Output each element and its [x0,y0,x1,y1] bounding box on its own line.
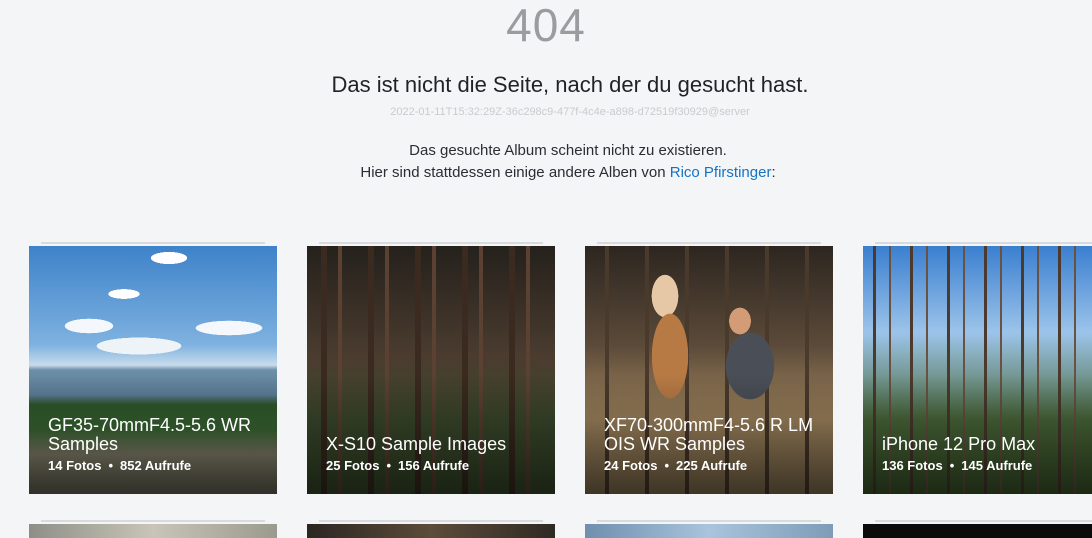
meta-separator: • [386,458,392,473]
album-photo-count: 136 Fotos [882,458,943,473]
album-title: X-S10 Sample Images [326,434,507,454]
meta-separator: • [949,458,955,473]
album-meta: 14 Fotos • 852 Aufrufe [48,458,191,473]
album-view-count: 225 Aufrufe [676,458,748,473]
album-card[interactable]: GF35-70mmF4.5-5.6 WR Samples 14 Fotos • 85… [29,246,277,494]
album-stack-edge [41,242,265,244]
album-stack-edge [597,242,821,244]
alternatives-prefix: Hier sind stattdessen einige andere Albe… [360,164,670,181]
owner-link[interactable]: Rico Pfirstinger [670,164,772,181]
album-title: GF35-70mmF4.5-5.6 WR Samples [48,415,252,454]
album-title: XF70-300mmF4-5.6 R LM OIS WR Samples [604,415,814,454]
album-photo-count: 14 Fotos [48,458,102,473]
album-card-partial[interactable] [863,524,1092,538]
album-stack-edge [597,520,821,522]
not-found-message: Das gesuchte Album scheint nicht zu exis… [409,142,727,159]
album-stack-edge [319,520,543,522]
album-card-partial[interactable] [585,524,833,538]
album-card[interactable]: XF70-300mmF4-5.6 R LM OIS WR Samples 24 … [585,246,833,494]
meta-separator: • [108,458,114,473]
album-photo-count: 25 Fotos [326,458,380,473]
album-view-count: 852 Aufrufe [120,458,192,473]
album-view-count: 156 Aufrufe [398,458,470,473]
album-stack-edge [875,520,1092,522]
meta-separator: • [664,458,670,473]
album-view-count: 145 Aufrufe [961,458,1033,473]
album-card-partial[interactable] [29,524,277,538]
album-card-partial[interactable] [307,524,555,538]
album-card[interactable]: iPhone 12 Pro Max 136 Fotos • 145 Aufrufe [863,246,1092,494]
album-card[interactable]: X-S10 Sample Images 25 Fotos • 156 Aufrufe [307,246,555,494]
album-stack-edge [41,520,265,522]
album-title: iPhone 12 Pro Max [882,434,1036,454]
album-meta: 136 Fotos • 145 Aufrufe [882,458,1032,473]
alternatives-suffix: : [771,164,776,181]
album-photo-count: 24 Fotos [604,458,658,473]
album-meta: 24 Fotos • 225 Aufrufe [604,458,747,473]
album-stack-edge [875,242,1092,244]
album-stack-edge [319,242,543,244]
album-meta: 25 Fotos • 156 Aufrufe [326,458,469,473]
error-code: 404 [506,0,586,51]
request-id: 2022-01-11T15:32:29Z-36c298c9-477f-4c4e-… [390,106,750,118]
alternatives-message: Hier sind stattdessen einige andere Albe… [0,164,1092,181]
page-title: Das ist nicht die Seite, nach der du ges… [331,72,809,97]
